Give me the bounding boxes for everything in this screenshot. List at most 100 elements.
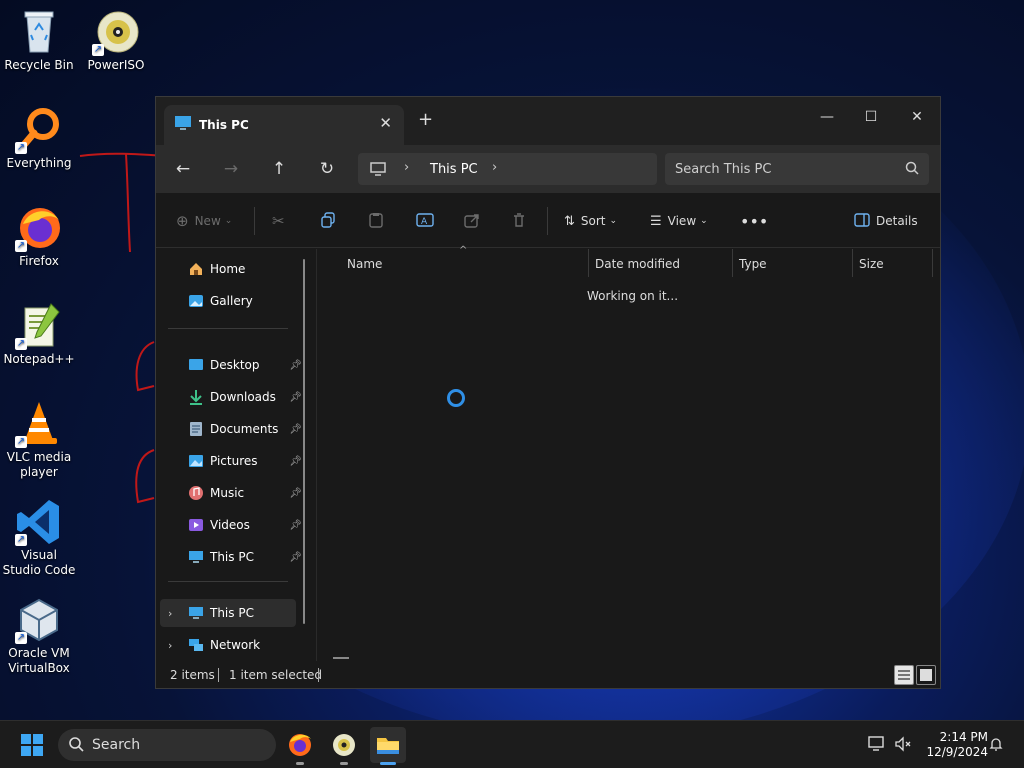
nav-item-documents[interactable]: Documents 📌︎: [168, 415, 308, 443]
column-header-name[interactable]: Name: [347, 253, 382, 275]
pin-icon[interactable]: 📌︎: [289, 456, 302, 467]
trash-icon: [512, 212, 526, 231]
taskbar-search[interactable]: Search: [58, 729, 276, 761]
network-display-icon[interactable]: [868, 736, 886, 755]
forward-button[interactable]: →: [219, 157, 243, 181]
rename-icon: A: [416, 212, 434, 231]
tiles-view-toggle[interactable]: [916, 665, 936, 685]
column-divider[interactable]: [932, 249, 933, 277]
title-bar: This PC ✕ + — ☐ ✕: [156, 97, 940, 145]
close-tab-icon[interactable]: ✕: [379, 114, 392, 132]
cut-button[interactable]: ✂: [272, 210, 285, 232]
rename-button[interactable]: A: [416, 210, 434, 232]
notification-bell-icon[interactable]: [988, 736, 1004, 755]
column-header-size[interactable]: Size: [859, 253, 884, 275]
search-input[interactable]: [675, 159, 895, 179]
pin-icon[interactable]: 📌︎: [289, 552, 302, 563]
shortcut-arrow-icon: ↗: [15, 632, 27, 644]
nav-tree-network[interactable]: › Network: [160, 631, 296, 659]
pin-icon[interactable]: 📌︎: [289, 360, 302, 371]
view-button[interactable]: ☰ View ⌄: [650, 210, 708, 232]
new-tab-button[interactable]: +: [418, 109, 433, 130]
maximize-button[interactable]: ☐: [848, 101, 894, 133]
view-list-icon: ☰: [650, 213, 662, 229]
delete-button[interactable]: [512, 210, 526, 232]
download-arrow-icon: [188, 389, 204, 405]
nav-item-label: This PC: [210, 550, 254, 564]
details-view-toggle[interactable]: [894, 665, 914, 685]
nav-item-gallery[interactable]: Gallery: [168, 287, 308, 315]
taskbar-firefox[interactable]: [282, 727, 318, 765]
desktop-icon-everything[interactable]: ↗ Everything: [1, 106, 77, 171]
toolbar-divider: [254, 207, 255, 235]
desktop-icon-virtualbox[interactable]: ↗ Oracle VM VirtualBox: [1, 596, 77, 676]
pin-icon[interactable]: 📌︎: [289, 488, 302, 499]
column-header-type[interactable]: Type: [739, 253, 767, 275]
new-button[interactable]: ⊕ New ⌄: [176, 210, 232, 232]
share-button[interactable]: [464, 210, 480, 232]
address-bar[interactable]: › This PC ›: [358, 153, 657, 185]
close-window-button[interactable]: ✕: [894, 101, 940, 133]
chevron-down-icon: ⌄: [609, 216, 618, 226]
nav-item-label: Desktop: [210, 358, 260, 372]
desktop-icon-vlc[interactable]: ↗ VLC media player: [1, 400, 77, 480]
column-header-date-modified[interactable]: Date modified: [595, 253, 680, 275]
nav-item-downloads[interactable]: Downloads 📌︎: [168, 383, 308, 411]
loading-status-text: Working on it...: [587, 289, 679, 303]
back-button[interactable]: ←: [171, 157, 195, 181]
pin-icon[interactable]: 📌︎: [289, 392, 302, 403]
nav-tree-this-pc[interactable]: › This PC: [160, 599, 296, 627]
chevron-right-icon[interactable]: ›: [168, 639, 172, 652]
taskbar-poweriso[interactable]: [326, 727, 362, 765]
nav-pane-scrollbar[interactable]: [303, 259, 305, 624]
sort-button-label: Sort: [580, 214, 606, 228]
refresh-button[interactable]: ↻: [315, 157, 339, 181]
folder-icon: [377, 738, 399, 754]
windows-start-icon[interactable]: [20, 733, 44, 760]
desktop-icon-recycle-bin[interactable]: Recycle Bin: [1, 8, 77, 73]
command-bar: ⊕ New ⌄ ✂ A ⇅ Sort ⌄ ☰ View ⌄ ••• Detail…: [156, 193, 940, 248]
new-button-label: New: [194, 214, 221, 228]
more-options-button[interactable]: •••: [740, 210, 768, 232]
gallery-icon: [188, 293, 204, 309]
nav-item-label: Videos: [210, 518, 250, 532]
monitor-icon: [188, 549, 204, 565]
nav-item-pictures[interactable]: Pictures 📌︎: [168, 447, 308, 475]
desktop-icon-firefox[interactable]: ↗ Firefox: [1, 204, 77, 269]
file-list-pane: ^ Name Date modified Type Size Working o…: [316, 245, 940, 661]
chevron-right-icon[interactable]: ›: [168, 607, 172, 620]
pin-icon[interactable]: 📌︎: [289, 520, 302, 531]
column-divider[interactable]: [588, 249, 589, 277]
clock-date: 12/9/2024: [926, 745, 988, 759]
horizontal-scrollbar[interactable]: [333, 657, 349, 659]
svg-text:A: A: [421, 217, 428, 227]
nav-item-music[interactable]: Music 📌︎: [168, 479, 308, 507]
status-divider: [318, 668, 319, 682]
search-box[interactable]: [665, 153, 929, 185]
paste-button[interactable]: [368, 210, 384, 232]
everything-search-icon: ↗: [15, 106, 63, 154]
nav-item-videos[interactable]: Videos 📌︎: [168, 511, 308, 539]
picture-icon: [188, 453, 204, 469]
desktop-icon-vscode[interactable]: ↗ Visual Studio Code: [1, 498, 77, 578]
minimize-button[interactable]: —: [804, 101, 850, 133]
details-pane-button[interactable]: Details: [854, 210, 918, 232]
nav-item-home[interactable]: Home: [168, 255, 308, 283]
taskbar-file-explorer[interactable]: [370, 727, 406, 765]
volume-muted-icon[interactable]: [894, 736, 912, 755]
nav-item-this-pc-pinned[interactable]: This PC 📌︎: [168, 543, 308, 571]
column-divider[interactable]: [732, 249, 733, 277]
address-segment[interactable]: This PC: [430, 162, 478, 177]
up-button[interactable]: ↑: [267, 157, 291, 181]
tab-this-pc[interactable]: This PC ✕: [164, 105, 404, 145]
clock[interactable]: 2:14 PM 12/9/2024: [920, 730, 988, 760]
chevron-right-icon[interactable]: ›: [404, 160, 409, 175]
column-divider[interactable]: [852, 249, 853, 277]
pin-icon[interactable]: 📌︎: [289, 424, 302, 435]
desktop-icon-poweriso[interactable]: ↗ PowerISO: [78, 8, 154, 73]
sort-button[interactable]: ⇅ Sort ⌄: [564, 210, 617, 232]
nav-item-desktop[interactable]: Desktop 📌︎: [168, 351, 308, 379]
copy-button[interactable]: [320, 210, 336, 232]
chevron-right-icon[interactable]: ›: [492, 160, 497, 175]
desktop-icon-notepadplusplus[interactable]: ↗ Notepad++: [1, 302, 77, 367]
